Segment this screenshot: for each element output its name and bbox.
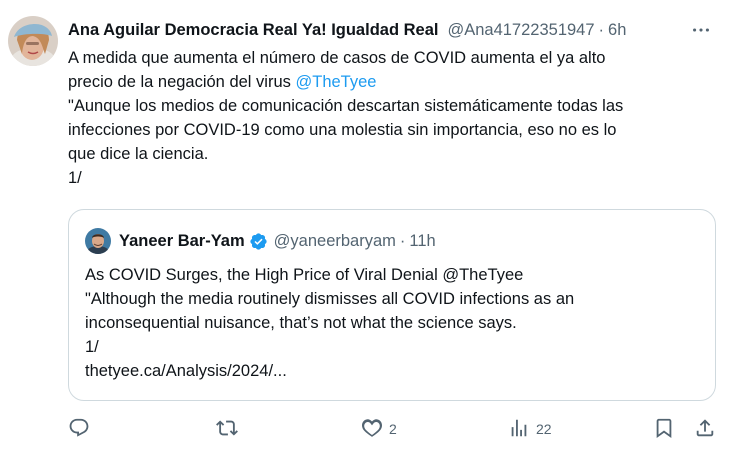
share-button[interactable] [694,416,716,442]
quoted-author-name[interactable]: Yaneer Bar-Yam [119,232,245,251]
quoted-tweet-header: Yaneer Bar-Yam @yaneerbaryam · 11h [85,228,436,254]
quoted-tweet-body: As COVID Surges, the High Price of Viral… [85,263,705,383]
tweet-card[interactable]: Ana Aguilar Democracia Real Ya! Igualdad… [0,0,730,460]
quoted-tweet[interactable]: Yaneer Bar-Yam @yaneerbaryam · 11h As CO… [68,209,716,401]
separator-dot: · [598,20,605,39]
bookmark-icon [653,417,675,442]
like-count: 2 [389,421,397,437]
tweet-body-line: A medida que aumenta el número de casos … [68,49,606,67]
views-icon [508,417,530,442]
tweet-body-line: "Aunque los medios de comunicación desca… [68,97,624,115]
quoted-body-line: inconsequential nuisance, that’s not wha… [85,314,517,332]
reply-icon [68,417,90,442]
retweet-button[interactable] [216,416,238,442]
quoted-body-line: As COVID Surges, the High Price of Viral… [85,266,524,284]
retweet-icon [216,417,238,442]
quoted-author-avatar[interactable] [85,228,111,254]
like-button[interactable]: 2 [361,416,397,442]
views-count: 22 [536,421,552,437]
bookmark-button[interactable] [653,416,675,442]
separator-dot: · [399,231,406,250]
action-bar: 2 22 [68,412,718,446]
quoted-body-line: "Although the media routinely dismisses … [85,290,575,308]
tweet-header: Ana Aguilar Democracia Real Ya! Igualdad… [68,17,712,43]
quoted-body-line: 1/ [85,338,99,356]
author-handle[interactable]: @Ana41722351947 [447,21,594,40]
share-icon [694,417,716,442]
heart-icon [361,417,383,442]
reply-button[interactable] [68,416,90,442]
tweet-body-line: que dice la ciencia. [68,145,209,163]
quoted-link[interactable]: thetyee.ca/Analysis/2024/... [85,359,705,383]
verified-badge-icon [249,232,268,251]
views-button[interactable]: 22 [508,416,552,442]
mention-link[interactable]: @TheTyee [295,73,376,91]
tweet-body-line: infecciones por COVID-19 como una molest… [68,121,617,139]
tweet-body: A medida que aumenta el número de casos … [68,46,718,190]
quoted-tweet-time[interactable]: 11h [409,232,435,251]
more-options-icon[interactable] [690,19,712,41]
quoted-author-handle[interactable]: @yaneerbaryam [274,232,396,251]
author-avatar[interactable] [8,16,58,66]
author-name[interactable]: Ana Aguilar Democracia Real Ya! Igualdad… [68,21,438,40]
tweet-time[interactable]: 6h [608,21,626,40]
tweet-body-line: precio de la negación del virus @TheTyee [68,73,377,91]
tweet-body-line: 1/ [68,169,82,187]
